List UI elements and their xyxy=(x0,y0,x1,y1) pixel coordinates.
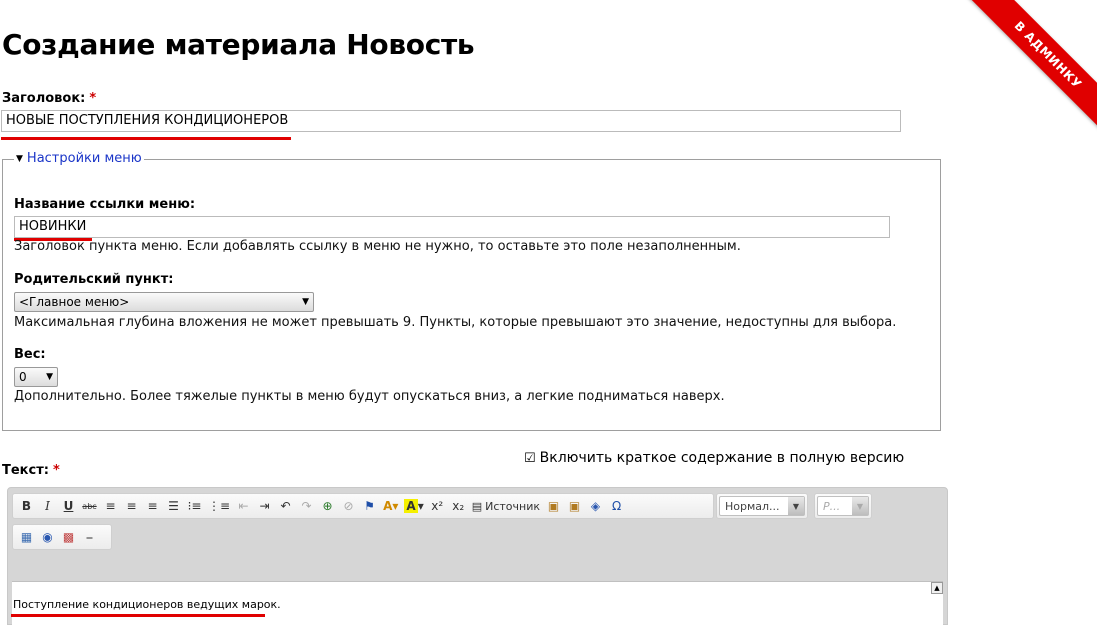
font-combo[interactable]: Р... ▼ xyxy=(817,496,869,516)
editor-toolbar-row-1: B I U abc ≡ ≡ ≡ ☰ ⁝≡ ⋮≡ ⇤ ⇥ ↶ ↷ ⊕ ⊘ ⚑ A ▾… xyxy=(12,493,714,519)
weight-select[interactable]: 0 ▼ xyxy=(14,367,58,387)
parent-item-select-value: <Главное меню> xyxy=(19,295,130,309)
format-combo[interactable]: Нормал... ▼ xyxy=(719,496,805,516)
link-icon[interactable]: ⊕ xyxy=(318,496,337,516)
text-color-button[interactable]: A ▾ xyxy=(381,496,400,516)
flash-icon[interactable]: ◉ xyxy=(38,527,57,547)
outdent-icon[interactable]: ⇤ xyxy=(234,496,253,516)
summary-toggle-label: Включить краткое содержание в полную вер… xyxy=(539,450,905,466)
menu-settings-legend-text[interactable]: Настройки меню xyxy=(27,151,142,166)
special-char-button[interactable]: Ω xyxy=(607,496,626,516)
table-icon[interactable]: ▦ xyxy=(17,527,36,547)
bulleted-list-icon[interactable]: ⁝≡ xyxy=(185,496,204,516)
bold-button[interactable]: B xyxy=(17,496,36,516)
align-center-icon[interactable]: ≡ xyxy=(122,496,141,516)
align-left-icon[interactable]: ≡ xyxy=(101,496,120,516)
source-button-label: Источник xyxy=(485,499,541,513)
menu-link-title-label: Название ссылки меню: xyxy=(14,197,196,212)
eraser-icon[interactable]: ◈ xyxy=(586,496,605,516)
font-combo-group: Р... ▼ xyxy=(814,493,872,519)
red-underline-title xyxy=(1,137,291,140)
collapse-triangle-icon: ▼ xyxy=(16,153,23,164)
undo-icon[interactable]: ↶ xyxy=(276,496,295,516)
menu-settings-legend[interactable]: ▼ Настройки меню xyxy=(14,151,144,166)
dropdown-arrow-icon: ▼ xyxy=(302,297,309,307)
required-mark: * xyxy=(89,91,97,106)
font-combo-value: Р... xyxy=(823,499,841,513)
text-color-letter: A xyxy=(383,499,393,513)
subscript-button[interactable]: x₂ xyxy=(449,496,468,516)
weight-description: Дополнительно. Более тяжелые пункты в ме… xyxy=(14,389,725,404)
menu-link-title-description: Заголовок пункта меню. Если добавлять сс… xyxy=(14,239,741,254)
editor-content-area[interactable]: ▲ Поступление кондиционеров ведущих маро… xyxy=(12,581,943,626)
source-doc-icon: ▤ xyxy=(471,499,483,513)
required-mark: * xyxy=(52,463,60,478)
editor-toolbar-row-2: ▦ ◉ ▩ ⎯ xyxy=(12,524,112,550)
body-label-text: Текст: xyxy=(2,463,49,478)
red-underline-content xyxy=(11,614,265,617)
unlink-icon[interactable]: ⊘ xyxy=(339,496,358,516)
image-icon[interactable]: ▩ xyxy=(59,527,78,547)
title-field-label: Заголовок: * xyxy=(2,91,96,106)
admin-ribbon-link[interactable]: В АДМИНКУ xyxy=(963,0,1097,140)
scroll-up-icon[interactable]: ▲ xyxy=(931,582,943,594)
parent-item-select[interactable]: <Главное меню> ▼ xyxy=(14,292,314,312)
parent-item-label: Родительский пункт: xyxy=(14,272,174,287)
body-field-label: Текст: * xyxy=(2,463,60,478)
title-input[interactable]: НОВЫЕ ПОСТУПЛЕНИЯ КОНДИЦИОНЕРОВ xyxy=(1,110,901,132)
strikethrough-button[interactable]: abc xyxy=(80,496,99,516)
underline-button[interactable]: U xyxy=(59,496,78,516)
parent-item-description: Максимальная глубина вложения не может п… xyxy=(14,315,897,330)
indent-icon[interactable]: ⇥ xyxy=(255,496,274,516)
summary-toggle[interactable]: ☑ Включить краткое содержание в полную в… xyxy=(524,450,904,466)
numbered-list-icon[interactable]: ⋮≡ xyxy=(206,496,232,516)
menu-link-title-input[interactable]: НОВИНКИ xyxy=(14,216,890,238)
format-combo-value: Нормал... xyxy=(725,499,780,513)
italic-button[interactable]: I xyxy=(38,496,57,516)
format-combo-group: Нормал... ▼ xyxy=(716,493,808,519)
weight-label: Вес: xyxy=(14,347,46,362)
paste-text-icon[interactable]: ▣ xyxy=(544,496,563,516)
dropdown-arrow-icon: ▼ xyxy=(788,497,804,515)
align-justify-icon[interactable]: ☰ xyxy=(164,496,183,516)
source-button[interactable]: ▤ Источник xyxy=(470,496,542,516)
superscript-button[interactable]: x² xyxy=(428,496,447,516)
horizontal-rule-icon[interactable]: ⎯ xyxy=(80,527,99,547)
dropdown-arrow-icon: ▼ xyxy=(852,497,868,515)
checkbox-checked-icon[interactable]: ☑ xyxy=(524,451,536,466)
weight-select-value: 0 xyxy=(19,370,27,384)
rich-text-editor: B I U abc ≡ ≡ ≡ ☰ ⁝≡ ⋮≡ ⇤ ⇥ ↶ ↷ ⊕ ⊘ ⚑ A ▾… xyxy=(7,487,948,626)
paste-word-icon[interactable]: ▣ xyxy=(565,496,584,516)
dropdown-arrow-icon: ▼ xyxy=(46,372,53,382)
bg-color-letter: A xyxy=(404,499,418,513)
bg-color-button[interactable]: A ▾ xyxy=(402,496,425,516)
redo-icon[interactable]: ↷ xyxy=(297,496,316,516)
anchor-flag-icon[interactable]: ⚑ xyxy=(360,496,379,516)
page-title: Создание материала Новость xyxy=(2,28,475,61)
editor-content-text: Поступление кондиционеров ведущих марок. xyxy=(13,598,281,611)
title-label-text: Заголовок: xyxy=(2,91,86,106)
align-right-icon[interactable]: ≡ xyxy=(143,496,162,516)
